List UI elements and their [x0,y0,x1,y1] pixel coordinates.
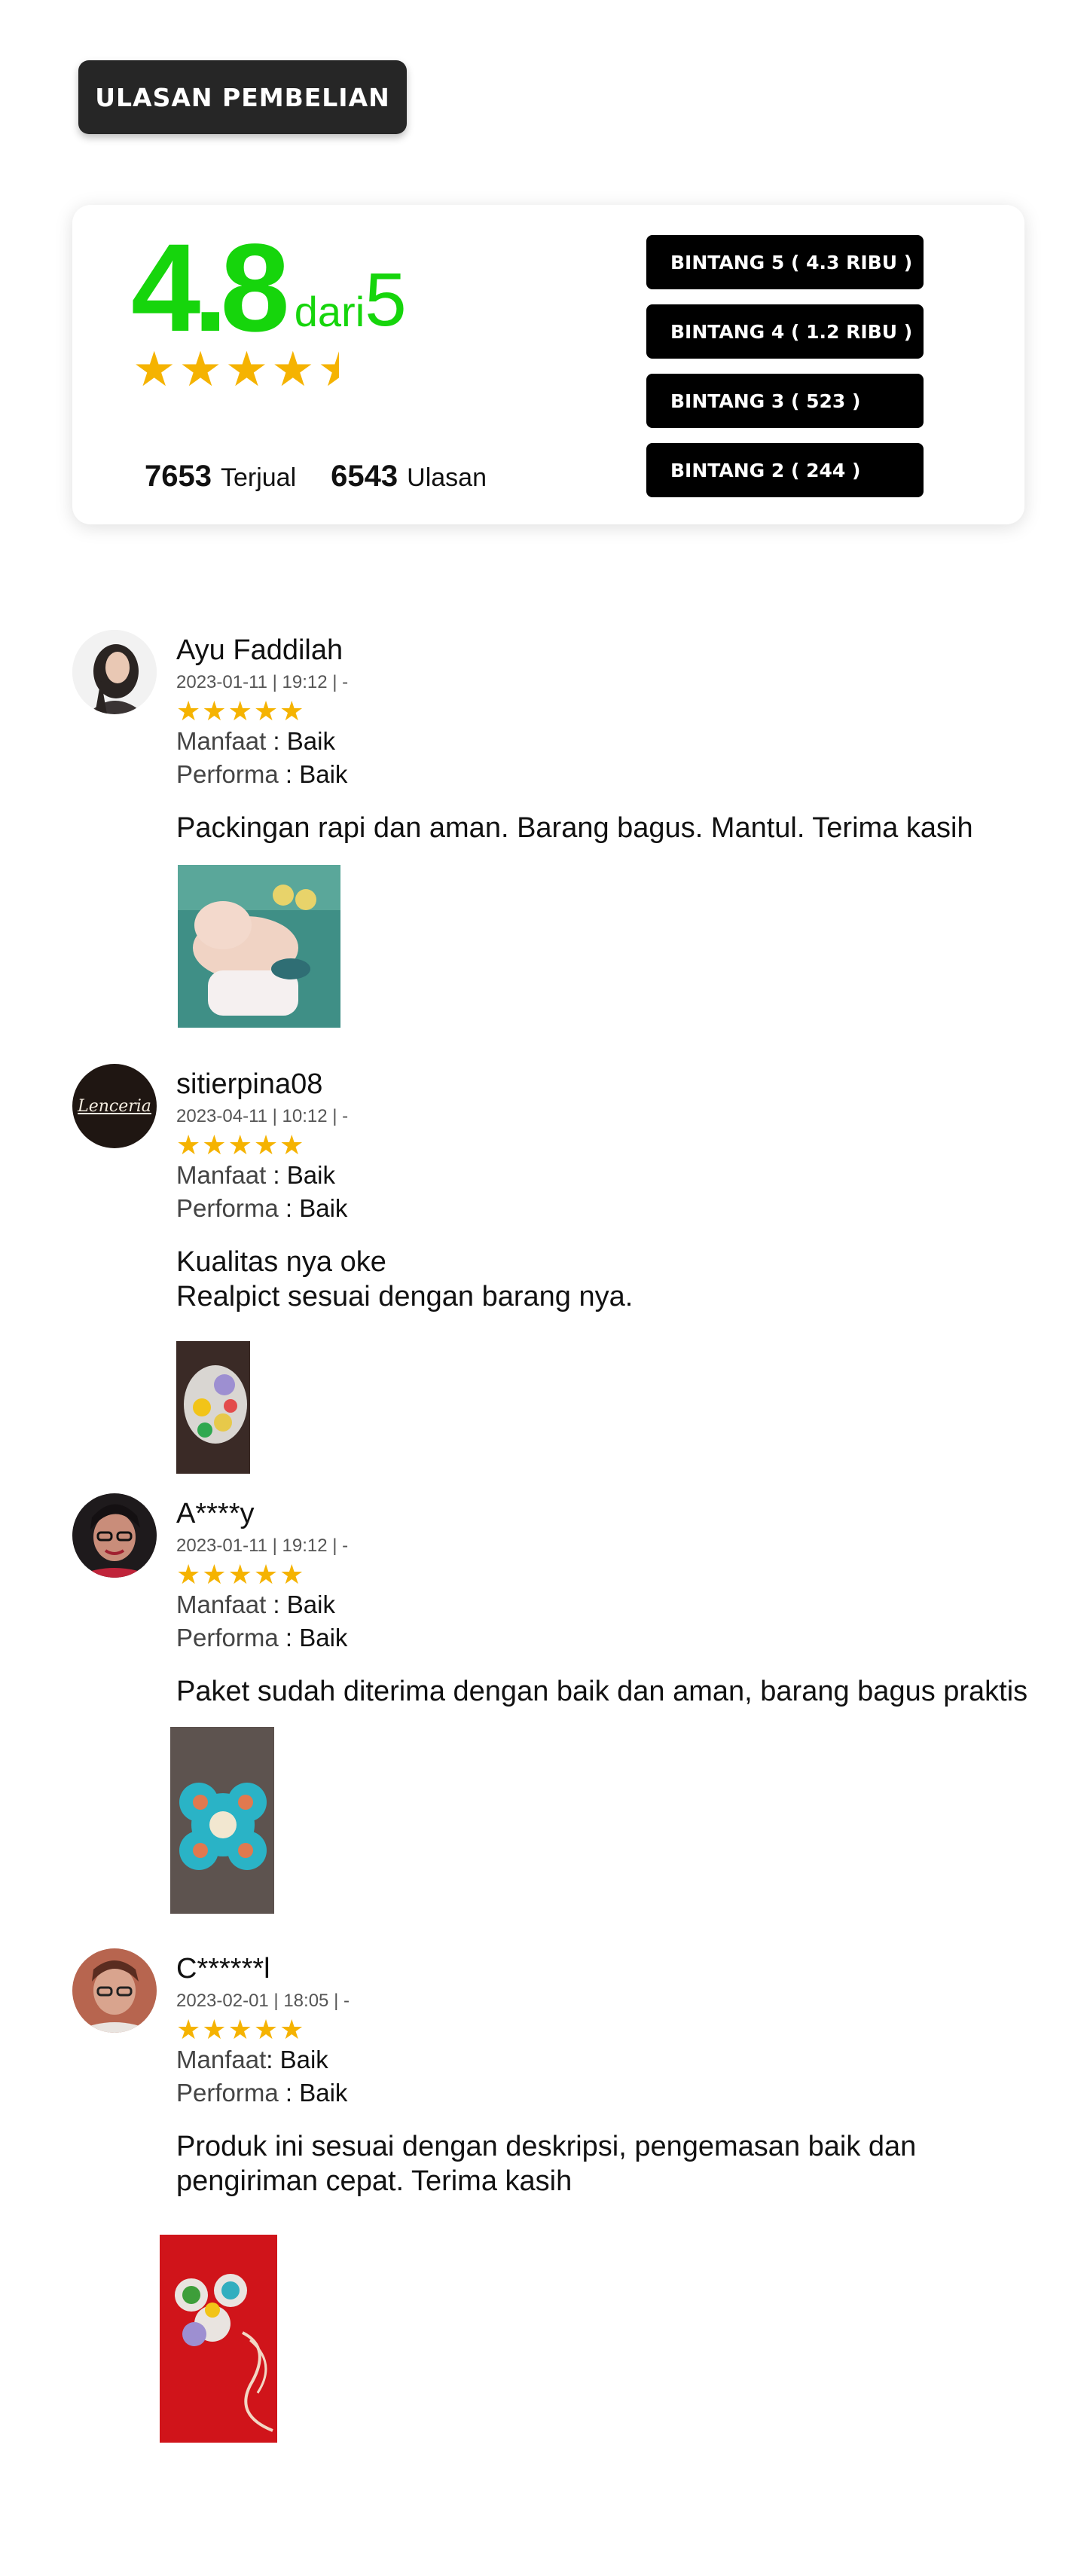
performa-field: Performa : Baik [176,1194,348,1222]
review-text: Packingan rapi dan aman. Barang bagus. M… [176,812,973,844]
half-star-icon: ★ ★ [317,342,361,396]
manfaat-field: Manfaat : Baik [176,1161,335,1189]
review-date: 2023-02-01 | 18:05 | - [176,1991,350,2011]
avatar[interactable] [72,630,157,714]
star-icon: ★ [227,1559,252,1590]
review-photo[interactable] [160,2235,277,2443]
manfaat-label: Manfaat [176,1161,267,1189]
avatar[interactable]: Lenceria [72,1064,157,1148]
performa-field: Performa : Baik [176,1624,348,1652]
star-icon: ★ [202,695,227,726]
review-date: 2023-01-11 | 19:12 | - [176,672,349,692]
performa-label: Performa [176,760,279,788]
star-icon: ★ [224,342,269,396]
review-content: A****y 2023-01-11 | 19:12 | - ★ ★ ★ ★ ★ … [176,1493,1080,1709]
manfaat-value: Baik [286,1591,335,1618]
star-icon: ★ [279,2014,304,2045]
reviewer-name: Ayu Faddilah [176,634,343,666]
star-icon: ★ [253,695,279,726]
filter-5-star-button[interactable]: BINTANG 5 ( 4.3 RIBU ) [646,235,924,289]
star-icon: ★ [253,2014,279,2045]
performa-value: Baik [299,2079,348,2107]
manfaat-field: Manfaat : Baik [176,1591,335,1618]
review-photo[interactable] [170,1727,274,1914]
average-stars: ★ ★ ★ ★ ★ ★ [133,345,361,393]
manfaat-field: Manfaat : Baik [176,727,335,755]
review-content: sitierpina08 2023-04-11 | 10:12 | - ★ ★ … [176,1064,1080,1314]
star-icon: ★ [279,695,304,726]
review-date: 2023-04-11 | 10:12 | - [176,1106,349,1126]
filter-4-star-button[interactable]: BINTANG 4 ( 1.2 RIBU ) [646,304,924,359]
manfaat-label: Manfaat [176,2046,267,2073]
average-rating: 4.8 dari 5 [131,223,407,351]
review-stars: ★ ★ ★ ★ ★ [176,1132,1080,1159]
performa-field: Performa : Baik [176,760,348,788]
review-stars: ★ ★ ★ ★ ★ [176,698,1080,725]
review-count: 6543 [331,460,398,493]
review-stars: ★ ★ ★ ★ ★ [176,1561,1080,1588]
rating-summary-card: 4.8 dari 5 ★ ★ ★ ★ ★ ★ 7653 Terjual 6543… [72,205,1024,524]
star-filter-list: BINTANG 5 ( 4.3 RIBU ) BINTANG 4 ( 1.2 R… [646,235,924,497]
manfaat-field: Manfaat: Baik [176,2046,328,2073]
avatar[interactable] [72,1493,157,1578]
star-icon: ★ [271,342,315,396]
rating-value: 4.8 [131,218,290,358]
manfaat-value: Baik [286,727,335,755]
performa-label: Performa [176,1194,279,1222]
star-icon: ★ [227,1129,252,1160]
star-icon: ★ [227,2014,252,2045]
sold-count: 7653 [145,460,212,493]
review-stars: ★ ★ ★ ★ ★ [176,2016,1080,2043]
star-icon: ★ [202,1559,227,1590]
filter-2-star-button[interactable]: BINTANG 2 ( 244 ) [646,443,924,497]
star-icon: ★ [179,342,222,396]
star-icon: ★ [279,1559,304,1590]
sales-stats: 7653 Terjual 6543 Ulasan [145,460,487,494]
performa-value: Baik [299,1194,348,1222]
star-icon: ★ [253,1129,279,1160]
star-icon: ★ [176,695,201,726]
review-photo[interactable] [176,1341,250,1474]
review-text: Kualitas nya oke Realpict sesuai dengan … [176,1246,634,1312]
review-content: C******l 2023-02-01 | 18:05 | - ★ ★ ★ ★ … [176,1948,1080,2199]
manfaat-label: Manfaat [176,727,267,755]
sold-label: Terjual [220,463,297,492]
performa-value: Baik [299,1624,348,1652]
manfaat-value: Baik [279,2046,328,2073]
manfaat-label: Manfaat [176,1591,267,1618]
reviewer-name: sitierpina08 [176,1068,323,1100]
performa-label: Performa [176,2079,279,2107]
star-icon: ★ [202,2014,227,2045]
star-icon: ★ [279,1129,304,1160]
avatar[interactable] [72,1948,157,2033]
review-photo[interactable] [178,865,340,1028]
rating-max: 5 [365,258,407,342]
avatar-logo-text: Lenceria [78,1096,151,1116]
review-content: Ayu Faddilah 2023-01-11 | 19:12 | - ★ ★ … [176,630,1080,845]
manfaat-value: Baik [286,1161,335,1189]
star-icon: ★ [202,1129,227,1160]
rating-of-label: dari [294,288,365,335]
performa-label: Performa [176,1624,279,1652]
review-text: Paket sudah diterima dengan baik dan ama… [176,1676,1028,1707]
performa-field: Performa : Baik [176,2079,348,2107]
filter-3-star-button[interactable]: BINTANG 3 ( 523 ) [646,374,924,428]
review-label: Ulasan [407,463,487,492]
review-text: Produk ini sesuai dengan deskripsi, peng… [176,2131,917,2197]
review-date: 2023-01-11 | 19:12 | - [176,1536,349,1556]
section-title: ULASAN PEMBELIAN [78,60,407,134]
star-icon: ★ [227,695,252,726]
star-icon: ★ [253,1559,279,1590]
star-icon: ★ [176,1559,201,1590]
star-icon: ★ [176,2014,201,2045]
performa-value: Baik [299,760,348,788]
reviewer-name: A****y [176,1498,255,1529]
star-icon: ★ [176,1129,201,1160]
reviewer-name: C******l [176,1953,270,1985]
star-icon: ★ [133,342,176,396]
